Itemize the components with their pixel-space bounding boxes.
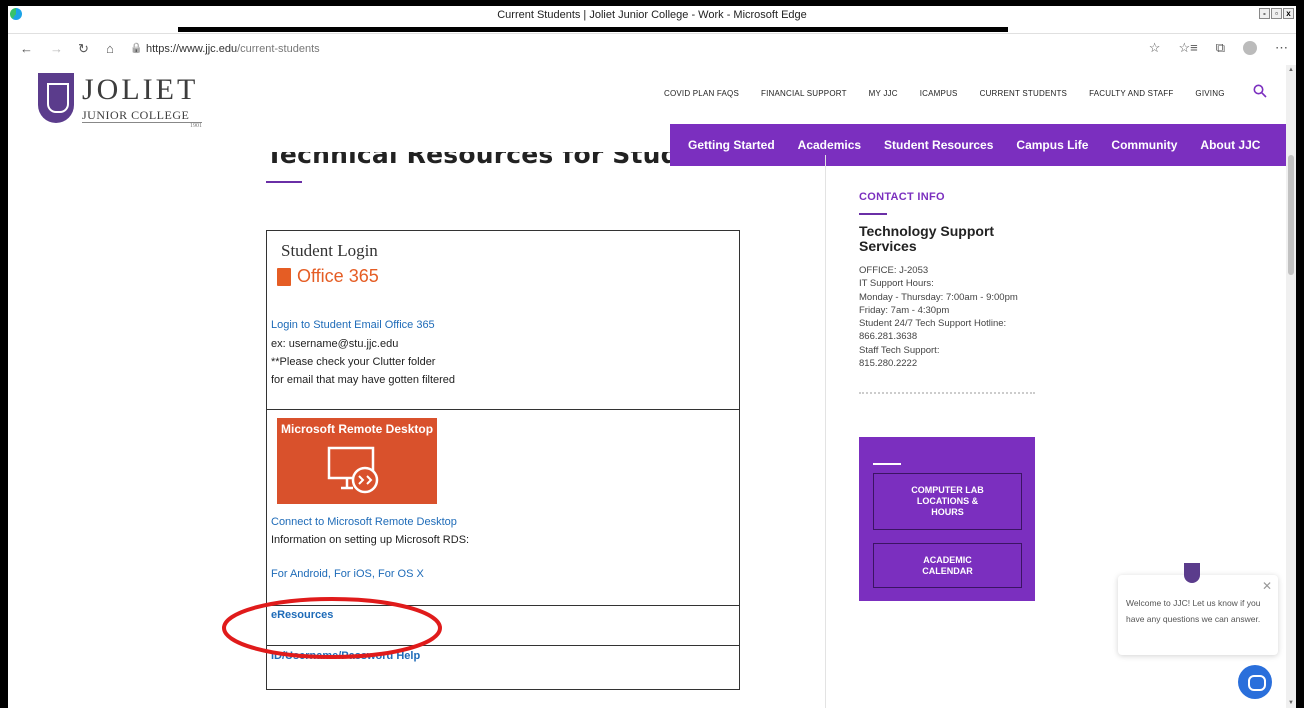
page-scrollbar[interactable]: ▲ ▼ — [1286, 65, 1296, 708]
browser-toolbar-right: ☆ ☆≡ ⧉ ⋯ — [1149, 40, 1288, 56]
titlebar-underline — [178, 27, 1008, 32]
profile-avatar[interactable] — [1243, 41, 1257, 55]
window-controls: - ▫ x — [1259, 8, 1294, 19]
logo-year: 1901 — [82, 122, 202, 129]
nav-academics[interactable]: Academics — [798, 138, 861, 152]
chat-shield-icon — [1184, 563, 1200, 583]
chat-welcome-message: Welcome to JJC! Let us know if you have … — [1126, 598, 1261, 624]
nav-covid-plan-faqs[interactable]: COVID PLAN FAQS — [664, 89, 739, 98]
remote-desktop-link[interactable]: Connect to Microsoft Remote Desktop — [271, 516, 457, 528]
academic-calendar-label-line2: CALENDAR — [922, 565, 973, 576]
clutter-note-line1: **Please check your Clutter folder — [271, 356, 436, 368]
chat-close-icon[interactable]: ✕ — [1262, 579, 1272, 593]
nav-financial-support[interactable]: FINANCIAL SUPPORT — [761, 89, 847, 98]
contact-office: OFFICE: J-2053 — [859, 265, 929, 276]
shield-logo-icon — [38, 73, 74, 123]
quick-links-underline — [873, 463, 901, 465]
scrollbar-thumb[interactable] — [1288, 155, 1294, 275]
contact-heading: CONTACT INFO — [859, 191, 945, 203]
restore-button[interactable]: ▫ — [1271, 8, 1282, 19]
title-bar: Current Students | Joliet Junior College… — [8, 6, 1296, 34]
remote-desktop-cell: Microsoft Remote Desktop Connect to Micr… — [267, 410, 739, 606]
contact-info: CONTACT INFO Technology Support Services… — [859, 191, 1059, 395]
office365-login-link[interactable]: Login to Student Email Office 365 — [271, 319, 435, 331]
scroll-up-icon[interactable]: ▲ — [1288, 67, 1294, 73]
contact-department-line1: Technology Support — [859, 223, 995, 239]
office365-cell: Student Login Office 365 Login to Studen… — [267, 231, 739, 410]
browser-window: Current Students | Joliet Junior College… — [8, 6, 1296, 708]
contact-department: Technology Support Services — [859, 224, 1059, 254]
contact-hours-mon-thu: Monday - Thursday: 7:00am - 9:00pm — [859, 291, 1018, 303]
nav-faculty-and-staff[interactable]: FACULTY AND STAFF — [1089, 89, 1173, 98]
office365-logo[interactable]: Office 365 — [277, 266, 379, 287]
minimize-button[interactable]: - — [1259, 8, 1270, 19]
chat-launcher-button[interactable] — [1238, 665, 1272, 699]
computer-lab-label-line2: LOCATIONS & — [916, 496, 979, 506]
favorite-star-icon[interactable]: ☆ — [1149, 40, 1161, 56]
rds-info-text: Information on setting up Microsoft RDS: — [271, 534, 470, 546]
url-field[interactable]: https://www.jjc.edu/current-students — [146, 43, 320, 55]
logo-name-line1: JOLIET — [82, 73, 199, 106]
platform-links[interactable]: For Android, For iOS, For OS X — [271, 568, 424, 580]
chat-welcome-bubble[interactable]: ✕ Welcome to JJC! Let us know if you hav… — [1118, 575, 1278, 655]
collections-icon[interactable]: ⧉ — [1216, 40, 1225, 56]
contact-hotline-label: Student 24/7 Tech Support Hotline: — [859, 318, 1007, 330]
computer-lab-button[interactable]: COMPUTER LAB LOCATIONS & HOURS — [873, 473, 1022, 530]
more-menu-icon[interactable]: ⋯ — [1275, 40, 1288, 56]
computer-lab-label-line1: COMPUTER LAB — [911, 485, 984, 495]
favorites-list-icon[interactable]: ☆≡ — [1178, 40, 1197, 56]
jjc-logo[interactable]: JOLIET JUNIOR COLLEGE 1901 — [38, 73, 208, 129]
contact-details: OFFICE: J-2053 IT Support Hours: Monday … — [859, 264, 1059, 370]
office365-logo-text: Office 365 — [297, 266, 379, 286]
sidebar-divider — [825, 155, 826, 708]
logo-name-line2: JUNIOR COLLEGE — [82, 108, 190, 122]
forward-arrow-icon[interactable]: → — [50, 41, 63, 56]
top-utility-nav: COVID PLAN FAQS FINANCIAL SUPPORT MY JJC… — [664, 89, 1247, 98]
contact-hotline-number[interactable]: 866.281.3638 — [859, 330, 1059, 343]
nav-giving[interactable]: GIVING — [1195, 89, 1224, 98]
home-icon[interactable]: ⌂ — [106, 41, 114, 56]
red-circle-annotation — [222, 597, 442, 659]
remote-desktop-image[interactable]: Microsoft Remote Desktop — [277, 418, 437, 504]
nav-current-students[interactable]: CURRENT STUDENTS — [980, 89, 1068, 98]
contact-department-line2: Services — [859, 238, 917, 254]
nav-icampus[interactable]: ICAMPUS — [920, 89, 958, 98]
address-bar: ← → ↻ ⌂ 🔒 https://www.jjc.edu/current-st… — [8, 35, 1296, 65]
lock-icon: 🔒 — [130, 43, 143, 54]
contact-staff-number[interactable]: 815.280.2222 — [859, 357, 1059, 370]
main-nav: Getting Started Academics Student Resour… — [670, 124, 1286, 166]
refresh-icon[interactable]: ↻ — [78, 41, 89, 57]
url-path: /current-students — [237, 43, 320, 55]
email-example-text: ex: username@stu.jjc.edu — [271, 338, 399, 350]
close-button[interactable]: x — [1283, 8, 1294, 19]
computer-lab-label-line3: HOURS — [931, 507, 964, 517]
nav-getting-started[interactable]: Getting Started — [688, 138, 775, 152]
nav-community[interactable]: Community — [1111, 138, 1177, 152]
window-title: Current Students | Joliet Junior College… — [497, 9, 807, 21]
search-icon[interactable] — [1253, 84, 1267, 98]
quick-links-box: COMPUTER LAB LOCATIONS & HOURS ACADEMIC … — [859, 437, 1035, 601]
clutter-note-line2: for email that may have gotten filtered — [271, 374, 456, 386]
nav-about-jjc[interactable]: About JJC — [1200, 138, 1260, 152]
back-arrow-icon[interactable]: ← — [20, 41, 33, 56]
web-page: JOLIET JUNIOR COLLEGE 1901 COVID PLAN FA… — [8, 65, 1286, 708]
page-title-underline — [266, 181, 302, 183]
remote-desktop-image-title: Microsoft Remote Desktop — [281, 422, 434, 436]
contact-hours-fri: Friday: 7am - 4:30pm — [859, 304, 950, 316]
url-host: https://www.jjc.edu — [146, 43, 238, 55]
contact-hours-label: IT Support Hours: — [859, 278, 934, 290]
academic-calendar-button[interactable]: ACADEMIC CALENDAR — [873, 543, 1022, 588]
nav-campus-life[interactable]: Campus Life — [1016, 138, 1088, 152]
nav-my-jjc[interactable]: MY JJC — [869, 89, 898, 98]
academic-calendar-label-line1: ACADEMIC — [923, 554, 972, 565]
remote-desktop-icon — [327, 446, 379, 494]
contact-underline — [859, 213, 887, 215]
contact-staff-label: Staff Tech Support: — [859, 344, 940, 356]
office-icon — [277, 267, 291, 286]
scroll-down-icon[interactable]: ▼ — [1288, 700, 1294, 706]
nav-student-resources[interactable]: Student Resources — [884, 138, 993, 152]
student-login-heading: Student Login — [281, 241, 378, 260]
dotted-divider — [859, 392, 1035, 395]
